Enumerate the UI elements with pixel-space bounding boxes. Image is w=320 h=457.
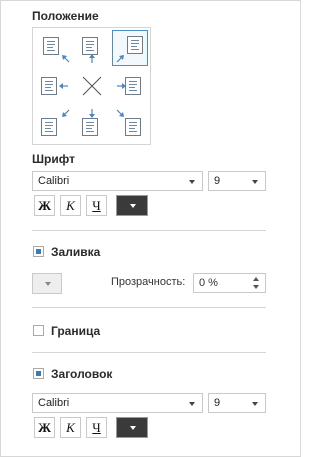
header-italic-button[interactable]: К xyxy=(60,417,81,438)
chevron-down-icon xyxy=(252,402,258,406)
italic-button[interactable]: К xyxy=(60,195,81,216)
chevron-down-icon xyxy=(130,426,136,430)
spin-up-icon[interactable] xyxy=(253,277,259,281)
arrow-up-left-icon xyxy=(62,55,70,63)
chevron-down-icon xyxy=(189,402,195,406)
chevron-down-icon xyxy=(130,204,136,208)
header-font-size-value: 9 xyxy=(214,397,221,409)
font-title: Шрифт xyxy=(32,152,75,166)
font-size-value: 9 xyxy=(214,175,221,187)
arrow-up-right-icon xyxy=(116,55,124,63)
arrow-right-icon xyxy=(117,83,126,89)
fill-color-button[interactable] xyxy=(32,273,62,294)
position-title: Положение xyxy=(32,9,99,23)
border-checkbox[interactable] xyxy=(33,325,44,336)
divider xyxy=(32,230,266,231)
arrow-up-icon xyxy=(89,54,95,63)
fill-label: Заливка xyxy=(51,245,101,259)
header-font-family-select[interactable]: Calibri xyxy=(32,393,203,413)
header-underline-button[interactable]: Ч xyxy=(86,417,107,438)
header-label: Заголовок xyxy=(51,367,113,381)
font-family-value: Calibri xyxy=(38,175,70,187)
header-font-size-select[interactable]: 9 xyxy=(208,393,266,413)
transparency-value: 0 % xyxy=(199,277,218,289)
chevron-down-icon xyxy=(45,282,51,286)
font-color-button[interactable] xyxy=(116,195,148,216)
header-checkbox[interactable] xyxy=(33,368,44,379)
font-size-select[interactable]: 9 xyxy=(208,171,266,191)
bold-button[interactable]: Ж xyxy=(34,195,55,216)
header-font-family-value: Calibri xyxy=(38,397,70,409)
divider xyxy=(32,307,266,308)
fill-checkbox[interactable] xyxy=(33,246,44,257)
arrow-left-icon xyxy=(59,83,68,89)
position-grid xyxy=(32,27,151,145)
no-position-cross-icon xyxy=(82,76,102,96)
header-bold-button[interactable]: Ж xyxy=(34,417,55,438)
arrow-down-right-icon xyxy=(116,109,124,117)
divider xyxy=(32,352,266,353)
spin-down-icon[interactable] xyxy=(253,285,259,289)
transparency-label: Прозрачность: xyxy=(111,276,186,288)
chevron-down-icon xyxy=(252,180,258,184)
header-font-color-button[interactable] xyxy=(116,417,148,438)
underline-button[interactable]: Ч xyxy=(86,195,107,216)
position-arrows xyxy=(59,54,126,118)
arrow-down-icon xyxy=(89,109,95,118)
transparency-spinner[interactable]: 0 % xyxy=(193,273,266,293)
arrow-down-left-icon xyxy=(62,109,70,117)
font-family-select[interactable]: Calibri xyxy=(32,171,203,191)
border-label: Граница xyxy=(51,324,101,338)
chevron-down-icon xyxy=(189,180,195,184)
